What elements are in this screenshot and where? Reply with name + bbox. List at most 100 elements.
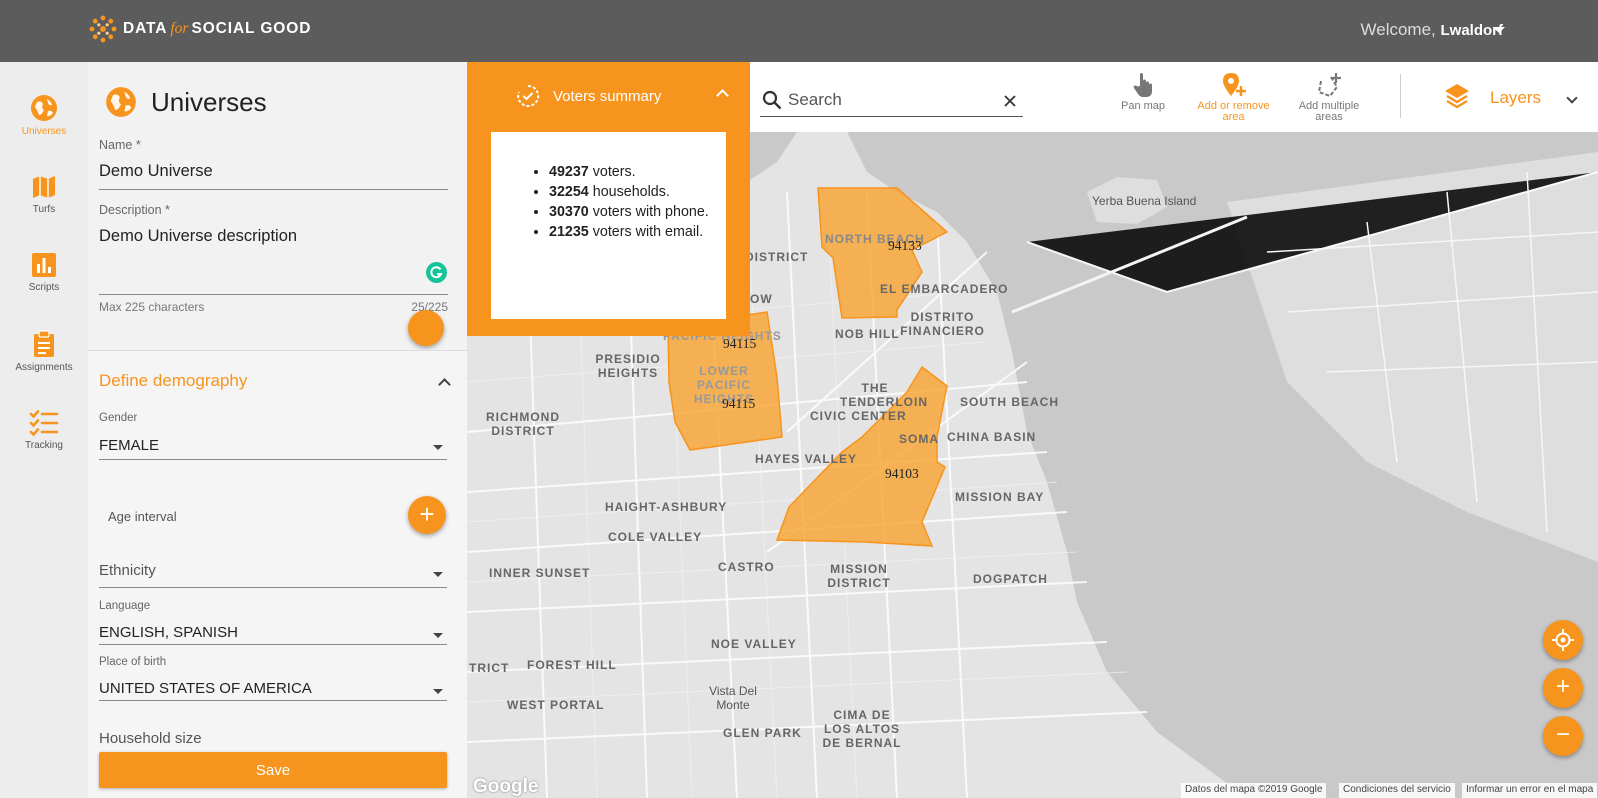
nav-label: Turfs: [32, 204, 56, 215]
map-label: PRESIDIO HEIGHTS: [595, 352, 661, 380]
hidden-add-button[interactable]: [408, 310, 444, 346]
map-label: Vista Del Monte: [709, 684, 757, 712]
voters-summary-title: Voters summary: [553, 88, 662, 105]
universe-form-panel: Universes Name * Demo Universe Descripti…: [88, 62, 467, 798]
nav-item-universes[interactable]: Universes: [0, 94, 88, 137]
nav-label: Assignments: [15, 362, 73, 373]
summary-item: 21235 voters with email.: [549, 222, 712, 242]
nav-label: Universes: [21, 126, 67, 137]
save-button[interactable]: Save: [99, 752, 447, 788]
description-underline: [99, 294, 448, 295]
add-shape-icon: [1317, 73, 1341, 98]
summary-item: 32254 households.: [549, 182, 712, 202]
language-select[interactable]: ENGLISH, SPANISH: [99, 624, 238, 641]
add-location-icon: [1222, 73, 1246, 96]
name-underline: [99, 189, 448, 190]
age-interval-label: Age interval: [108, 509, 177, 524]
zip-label: 94115: [723, 336, 757, 351]
language-underline: [99, 644, 447, 645]
map-label: CHINA BASIN: [947, 430, 1037, 444]
nav-item-tracking[interactable]: Tracking: [0, 410, 88, 451]
google-logo: Google: [473, 776, 539, 797]
panel-header: Universes: [105, 86, 267, 118]
map-label: WEST PORTAL: [507, 698, 605, 712]
logo[interactable]: DATA for SOCIAL GOOD: [89, 13, 311, 45]
search-icon: [762, 90, 782, 110]
map-label: CIVIC CENTER: [810, 409, 907, 423]
add-remove-area-tool[interactable]: Add or remove area: [1186, 72, 1281, 123]
household-size-field[interactable]: Household size: [99, 730, 202, 747]
description-label: Description *: [99, 203, 170, 217]
zip-label: 94103: [885, 466, 919, 481]
map-label: NOB HILL: [835, 327, 900, 341]
clear-search-icon[interactable]: [1004, 95, 1016, 107]
welcome-text: Welcome,: [1360, 20, 1436, 39]
map-label: DOGPATCH: [973, 572, 1048, 586]
zoom-in-button[interactable]: +: [1543, 668, 1583, 708]
user-menu-caret-icon[interactable]: [1493, 27, 1505, 33]
place-of-birth-select[interactable]: UNITED STATES OF AMERICA: [99, 680, 312, 697]
collapse-demography-icon[interactable]: [438, 378, 451, 391]
ethnicity-underline: [99, 587, 447, 588]
progress-check-icon: [517, 84, 540, 107]
name-field[interactable]: Demo Universe: [99, 162, 213, 181]
layers-icon[interactable]: [1443, 82, 1471, 110]
terms-link[interactable]: Condiciones del servicio: [1339, 783, 1455, 798]
globe-icon: [31, 95, 57, 121]
nav-item-assignments[interactable]: Assignments: [0, 330, 88, 373]
search-input[interactable]: [788, 90, 998, 110]
layers-button[interactable]: Layers: [1490, 88, 1541, 108]
place-of-birth-dropdown-icon[interactable]: [433, 689, 443, 694]
language-dropdown-icon[interactable]: [433, 633, 443, 638]
ethnicity-dropdown-icon[interactable]: [433, 572, 443, 577]
pan-map-tool[interactable]: Pan map: [1108, 72, 1178, 112]
add-multiple-areas-tool[interactable]: Add multiple areas: [1284, 72, 1374, 123]
add-multiple-areas-label-2: areas: [1315, 111, 1343, 123]
top-bar: DATA for SOCIAL GOOD Welcome, Lwaldorf: [0, 0, 1598, 62]
ethnicity-select[interactable]: Ethnicity: [99, 562, 156, 579]
map-label: SOMA: [899, 432, 939, 446]
demography-title[interactable]: Define demography: [99, 371, 247, 391]
map-label: EL EMBARCADERO: [880, 282, 1009, 296]
map-label: TRICT: [469, 661, 510, 675]
nav-item-turfs[interactable]: Turfs: [0, 174, 88, 215]
gender-underline: [99, 459, 447, 460]
user-menu[interactable]: Welcome, Lwaldorf: [1361, 20, 1504, 40]
logo-sunburst-icon: [89, 15, 117, 43]
globe-icon: [106, 87, 136, 117]
zip-label: 94115: [722, 396, 756, 411]
map-toolbar: Pan map Add or remove area Add multiple …: [750, 62, 1598, 132]
map-label: MISSION DISTRICT: [827, 562, 891, 590]
report-error-link[interactable]: Informar un error en el mapa: [1462, 783, 1598, 798]
zoom-out-button[interactable]: −: [1543, 716, 1583, 756]
map-label: Yerba Buena Island: [1092, 194, 1197, 208]
nav-rail: Universes Turfs Scripts Assignments Trac…: [0, 62, 88, 798]
map-label: THE TENDERLOIN: [840, 381, 928, 409]
description-field[interactable]: Demo Universe description: [99, 227, 297, 246]
map-icon: [33, 176, 55, 198]
layers-dropdown-icon[interactable]: [1566, 92, 1578, 104]
map-label: DISTRICT: [745, 250, 809, 264]
crosshair-icon: [1552, 629, 1574, 651]
search-underline: [760, 116, 1023, 117]
map-label: INNER SUNSET: [489, 566, 591, 580]
my-location-button[interactable]: [1543, 620, 1583, 660]
map-data-attribution: Datos del mapa ©2019 Google: [1181, 783, 1327, 798]
map-label: SOUTH BEACH: [960, 395, 1060, 409]
nav-item-scripts[interactable]: Scripts: [0, 252, 88, 293]
map-label: MISSION BAY: [955, 490, 1045, 504]
gender-select[interactable]: FEMALE: [99, 437, 159, 454]
map-label: CASTRO: [718, 560, 775, 574]
grammarly-icon[interactable]: [426, 262, 447, 283]
name-label: Name *: [99, 138, 141, 152]
map-label: NOE VALLEY: [711, 637, 797, 651]
map-label: GLEN PARK: [723, 726, 802, 740]
map-label: FOREST HILL: [527, 658, 617, 672]
map-label: RICHMOND DISTRICT: [486, 410, 560, 438]
nav-label: Tracking: [25, 440, 63, 451]
gender-dropdown-icon[interactable]: [433, 445, 443, 450]
map-label: OW: [750, 292, 773, 306]
add-age-interval-button[interactable]: +: [408, 496, 446, 534]
page-title: Universes: [151, 86, 267, 117]
zip-label: 94133: [888, 238, 922, 253]
